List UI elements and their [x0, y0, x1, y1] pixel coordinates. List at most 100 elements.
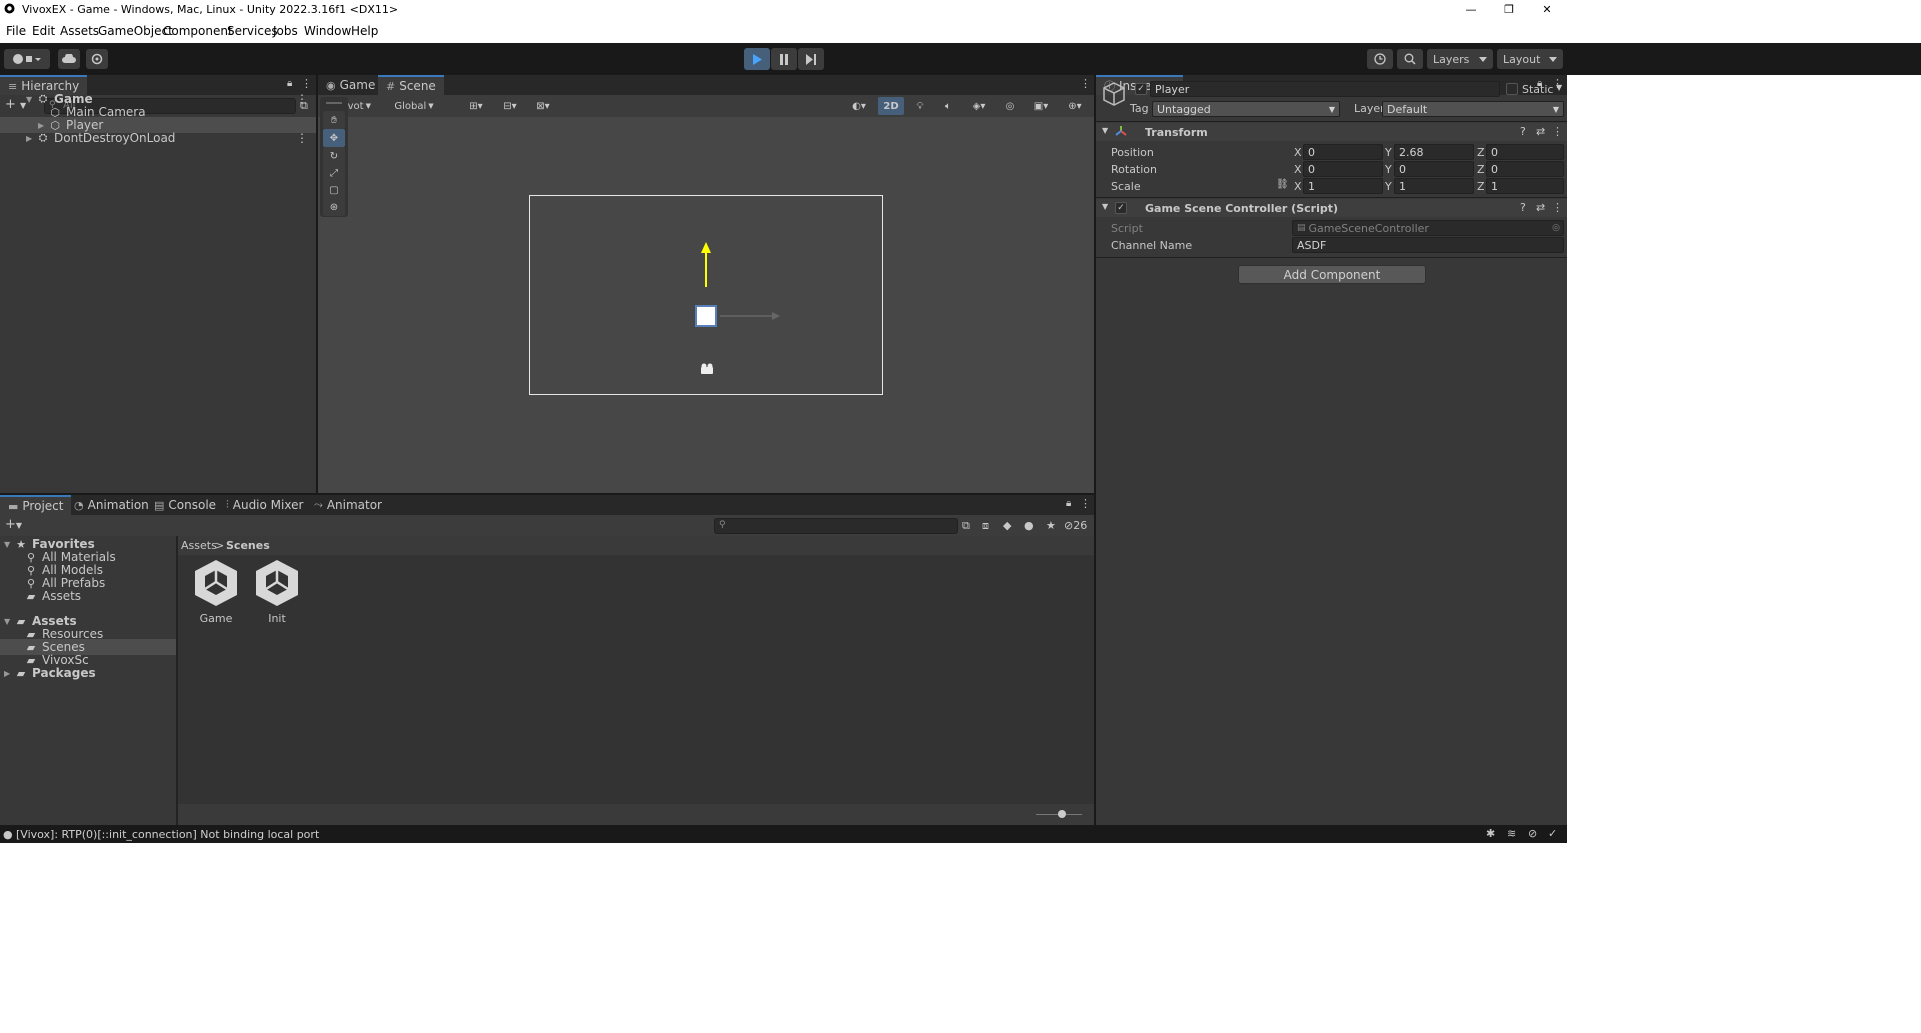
scale-label[interactable]: Scale	[1111, 180, 1141, 193]
tab-animator[interactable]: ⤳ Animator	[306, 495, 390, 515]
position-y-field[interactable]: 2.68	[1394, 144, 1474, 160]
menu-window[interactable]: Window	[304, 24, 351, 38]
layout-dropdown[interactable]: Layout	[1497, 49, 1563, 69]
tab-game[interactable]: ◉ Game	[318, 75, 383, 95]
menu-edit[interactable]: Edit	[32, 24, 55, 38]
rotation-z-field[interactable]: 0	[1486, 161, 1564, 177]
visibility-toggle[interactable]: ◎	[998, 97, 1022, 115]
status-message[interactable]: [Vivox]: RTP(0)[::init_connection] Not b…	[16, 828, 319, 841]
lock-icon[interactable]: 🔒︎	[1066, 498, 1071, 509]
hand-tool-button[interactable]: ✋︎	[323, 111, 345, 129]
gizmos-dropdown[interactable]: ⊕▾	[1060, 97, 1090, 115]
account-button[interactable]	[4, 49, 50, 69]
scale-z-field[interactable]: 1	[1486, 178, 1564, 194]
link-constrain-icon[interactable]: ⛓︎	[1276, 179, 1289, 190]
menu-component[interactable]: Component	[163, 24, 233, 38]
axis-x-label[interactable]: X	[1294, 163, 1302, 176]
close-button[interactable]: ✕	[1524, 0, 1570, 19]
menu-gameobject[interactable]: GameObject	[98, 24, 173, 38]
position-label[interactable]: Position	[1111, 146, 1154, 159]
favorite-item[interactable]: ▰ Assets	[24, 588, 81, 604]
lighting-toggle[interactable]: 💡︎	[908, 97, 932, 115]
chevron-down-icon[interactable]: ▼	[1556, 83, 1562, 92]
align-button[interactable]: ⊠▾	[528, 97, 558, 115]
grid-snap-button[interactable]: ⊞▾	[461, 97, 491, 115]
foldout-arrow-icon[interactable]: ▼	[1102, 202, 1108, 211]
axis-y-label[interactable]: Y	[1385, 146, 1392, 159]
filter-label-icon[interactable]: ◆	[1003, 519, 1011, 532]
pause-button[interactable]	[771, 48, 797, 70]
menu-assets[interactable]: Assets	[60, 24, 99, 38]
tag-dropdown[interactable]: Untagged ▼	[1152, 101, 1340, 117]
axis-y-label[interactable]: Y	[1385, 163, 1392, 176]
play-button[interactable]	[744, 48, 770, 70]
snap-increment-button[interactable]: ⊟▾	[495, 97, 525, 115]
tree-item-dontdestroyonload[interactable]: ▶ ⛭ DontDestroyOnLoad ⋮	[26, 130, 316, 146]
axis-x-label[interactable]: X	[1294, 180, 1302, 193]
kebab-menu-icon[interactable]: ⋮	[1080, 77, 1091, 90]
project-search-input[interactable]: ⚲	[714, 518, 958, 534]
axis-y-label[interactable]: Y	[1385, 180, 1392, 193]
tab-animation[interactable]: ◔ Animation	[66, 495, 157, 515]
expand-arrow-icon[interactable]: ▶	[26, 134, 36, 143]
layers-dropdown[interactable]: Layers	[1427, 49, 1493, 69]
add-object-button[interactable]: + ▼	[5, 97, 26, 112]
icon-size-slider-thumb[interactable]	[1058, 810, 1066, 818]
add-component-button[interactable]: Add Component	[1238, 265, 1426, 284]
menu-jobs[interactable]: Jobs	[273, 24, 298, 38]
progress-icon[interactable]: ≋	[1507, 827, 1516, 840]
kebab-menu-icon[interactable]: ⋮	[1552, 201, 1563, 214]
transform-tool-button[interactable]: ⊛	[323, 198, 345, 216]
breadcrumb-assets[interactable]: Assets	[181, 539, 217, 552]
scale-y-field[interactable]: 1	[1394, 178, 1474, 194]
object-picker-icon[interactable]: ◎	[1552, 223, 1560, 233]
help-icon[interactable]: ?	[1520, 201, 1526, 214]
tab-console[interactable]: ▤ Console	[146, 495, 224, 515]
tab-scene[interactable]: # Scene	[378, 75, 444, 95]
active-checkbox[interactable]: ✓	[1135, 83, 1147, 95]
packages-header[interactable]: ▶ ▰ Packages	[4, 665, 96, 681]
breadcrumb-scenes[interactable]: Scenes	[226, 539, 270, 552]
static-checkbox[interactable]	[1506, 83, 1518, 95]
preset-icon[interactable]: ⇄	[1536, 125, 1545, 138]
info-circle-icon[interactable]: ●	[1024, 519, 1034, 532]
tab-audio-mixer[interactable]: ⫶ Audio Mixer	[218, 495, 311, 515]
menu-file[interactable]: File	[6, 24, 26, 38]
layer-dropdown[interactable]: Default ▼	[1382, 101, 1564, 117]
kebab-menu-icon[interactable]: ⋮	[1080, 497, 1091, 510]
checkmark-icon[interactable]: ✓	[1548, 827, 1557, 840]
component-enabled-checkbox[interactable]: ✓	[1115, 202, 1127, 214]
transform-header[interactable]: ▼ Transform ? ⇄ ⋮	[1096, 123, 1567, 141]
create-asset-button[interactable]: +▼	[5, 517, 22, 532]
axis-z-label[interactable]: Z	[1477, 146, 1485, 159]
rotation-y-field[interactable]: 0	[1394, 161, 1474, 177]
draw-mode-dropdown[interactable]: ◐▾	[844, 97, 874, 115]
axis-z-label[interactable]: Z	[1477, 163, 1485, 176]
kebab-menu-icon[interactable]: ⋮	[1552, 125, 1563, 138]
asset-tile-init[interactable]: Init	[252, 558, 302, 625]
help-icon[interactable]: ?	[1520, 125, 1526, 138]
tab-project[interactable]: ▬ Project	[0, 495, 72, 515]
expand-arrow-icon[interactable]: ▼	[26, 95, 36, 104]
axis-z-label[interactable]: Z	[1477, 180, 1485, 193]
rect-tool-button[interactable]: ▢	[323, 181, 345, 199]
menu-services[interactable]: Services	[227, 24, 278, 38]
kebab-menu-icon[interactable]: ⋮	[296, 131, 308, 145]
position-z-field[interactable]: 0	[1486, 144, 1564, 160]
cloud-button[interactable]	[58, 49, 80, 69]
filter-type-icon[interactable]: ⧈	[982, 519, 989, 533]
history-button[interactable]	[1367, 49, 1393, 69]
camera-dropdown[interactable]: ▣▾	[1026, 97, 1056, 115]
network-icon[interactable]: ⊘	[1528, 827, 1537, 840]
effects-dropdown[interactable]: ◈▾	[964, 97, 994, 115]
player-sprite[interactable]	[695, 305, 717, 327]
global-dropdown[interactable]: Global ▼	[386, 97, 442, 115]
foldout-arrow-icon[interactable]: ▼	[1102, 126, 1108, 135]
favorite-star-icon[interactable]: ★	[1046, 519, 1056, 532]
expand-arrow-icon[interactable]: ▶	[4, 669, 14, 678]
overlay-grip[interactable]	[326, 102, 342, 104]
expand-arrow-icon[interactable]: ▶	[38, 121, 48, 130]
kebab-menu-icon[interactable]: ⋮	[301, 77, 312, 90]
rotate-tool-button[interactable]: ↻	[323, 147, 345, 165]
preset-icon[interactable]: ⇄	[1536, 201, 1545, 214]
